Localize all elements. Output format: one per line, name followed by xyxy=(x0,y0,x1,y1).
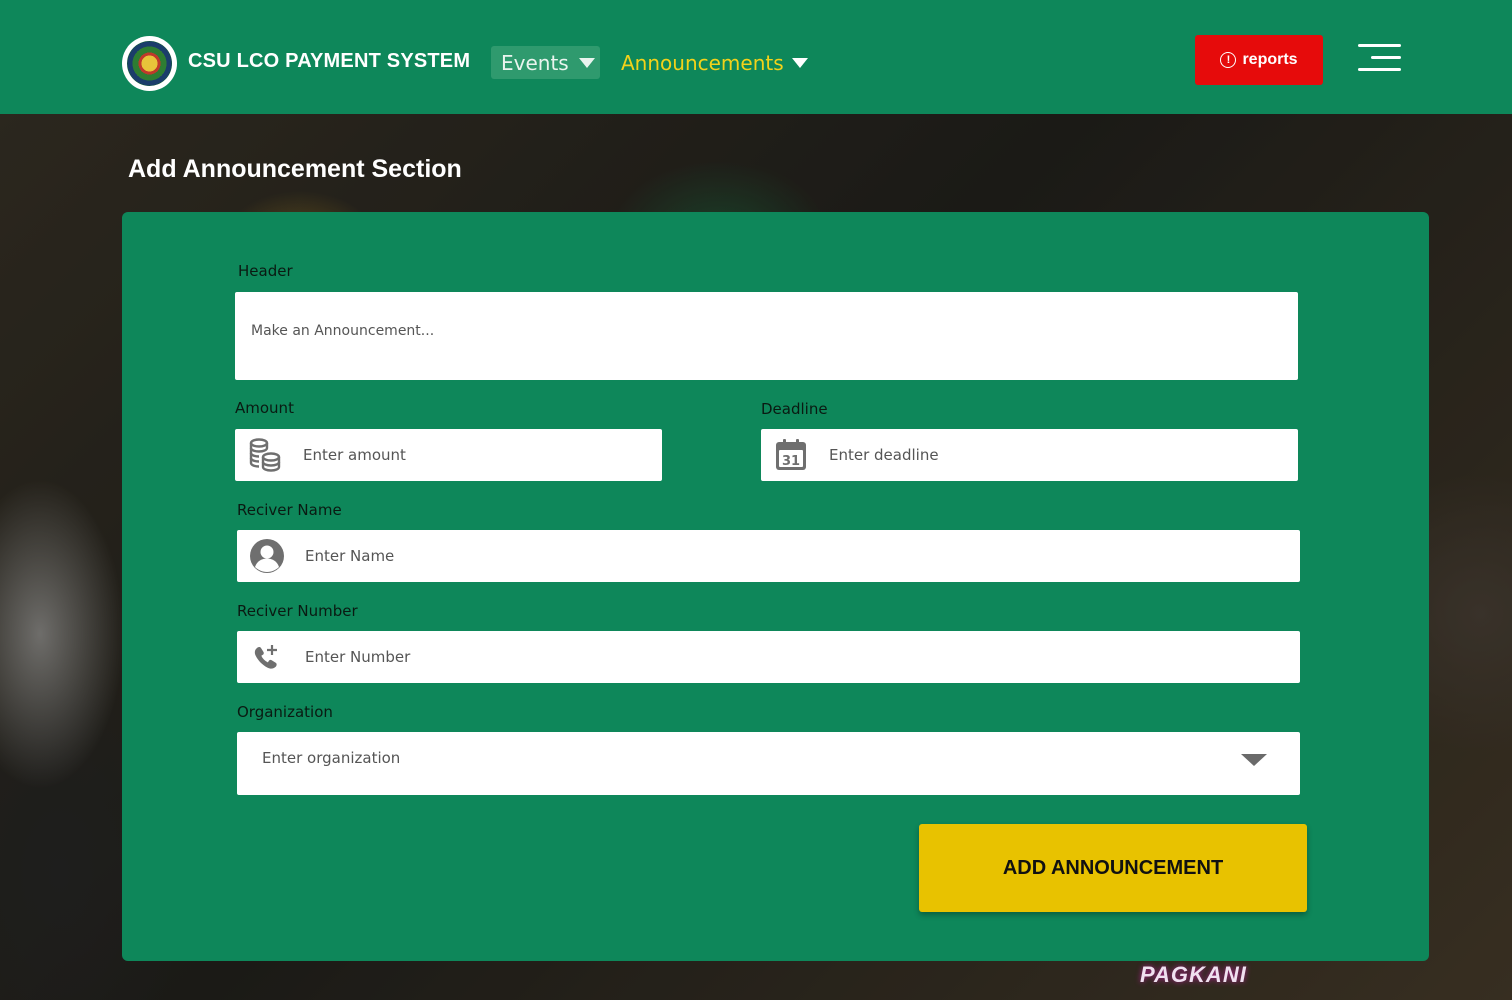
user-icon xyxy=(249,538,285,574)
receiver-number-input[interactable] xyxy=(303,630,1300,684)
top-navbar: CSU LCO PAYMENT SYSTEM Events Announceme… xyxy=(0,0,1512,114)
receiver-name-field[interactable] xyxy=(237,529,1300,583)
phone-add-icon xyxy=(249,639,285,675)
page-title: Add Announcement Section xyxy=(128,155,462,183)
add-announcement-button[interactable]: ADD ANNOUNCEMENT xyxy=(919,824,1307,912)
deadline-input[interactable] xyxy=(827,428,1298,482)
svg-text:31: 31 xyxy=(782,454,800,469)
nav-announcements-dropdown[interactable]: Announcements xyxy=(621,46,808,79)
university-logo[interactable] xyxy=(122,36,177,91)
reports-button[interactable]: ! reports xyxy=(1195,35,1323,85)
receiver-number-field[interactable] xyxy=(237,630,1300,684)
chevron-down-icon xyxy=(578,57,595,68)
brand-title: CSU LCO PAYMENT SYSTEM xyxy=(188,50,471,72)
chevron-down-icon[interactable] xyxy=(1241,754,1267,766)
alert-icon: ! xyxy=(1220,52,1237,68)
organization-label: Organization xyxy=(237,703,333,721)
menu-icon[interactable] xyxy=(1358,44,1401,74)
reports-label: reports xyxy=(1242,51,1298,68)
receiver-name-label: Reciver Name xyxy=(237,501,342,519)
organization-select[interactable] xyxy=(237,732,1300,795)
receiver-number-label: Reciver Number xyxy=(237,602,358,620)
organization-input[interactable] xyxy=(237,748,1300,768)
deadline-label: Deadline xyxy=(761,400,828,418)
background-badge-text: PAGKANI xyxy=(1140,962,1247,987)
header-field[interactable] xyxy=(235,292,1298,380)
receiver-name-input[interactable] xyxy=(303,529,1300,583)
nav-events-dropdown[interactable]: Events xyxy=(491,46,600,79)
nav-announcements-label: Announcements xyxy=(621,50,784,75)
header-input[interactable] xyxy=(235,322,1298,340)
nav-events-label: Events xyxy=(501,50,569,75)
amount-input[interactable] xyxy=(301,428,662,482)
coins-icon xyxy=(247,437,283,473)
calendar-icon: 31 xyxy=(773,437,809,473)
chevron-down-icon xyxy=(791,57,808,68)
deadline-field[interactable]: 31 xyxy=(761,428,1298,482)
header-label: Header xyxy=(238,262,293,280)
amount-label: Amount xyxy=(235,399,294,417)
amount-field[interactable] xyxy=(235,428,662,482)
announcement-form: Header Amount Deadline xyxy=(122,212,1429,961)
